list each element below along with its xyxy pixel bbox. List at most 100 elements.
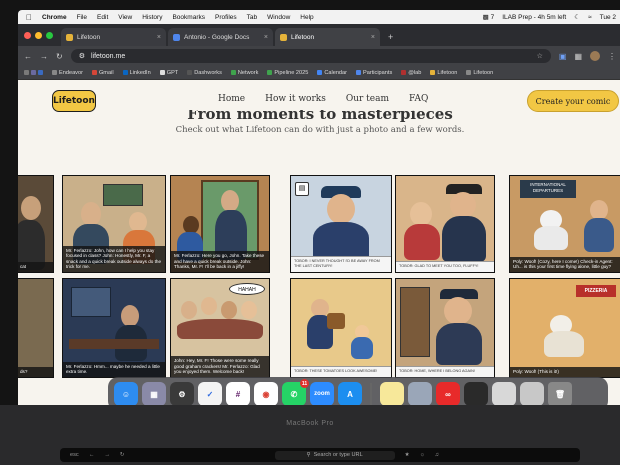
- date-time[interactable]: Tue 2: [600, 14, 616, 21]
- menu-help[interactable]: Help: [300, 14, 313, 21]
- zoom-window-button[interactable]: [46, 31, 53, 39]
- trash-icon[interactable]: 🗑: [548, 382, 572, 405]
- comic-panel-10[interactable]: PIZZERIA Poly: Woof! (This is it!): [509, 278, 620, 378]
- forward-touch-icon[interactable]: →: [104, 452, 110, 458]
- create-comic-button[interactable]: Create your comic: [527, 90, 619, 112]
- close-tab-icon[interactable]: ×: [371, 34, 375, 41]
- notes-icon[interactable]: [380, 382, 404, 405]
- slack-icon[interactable]: #: [226, 382, 250, 405]
- menu-file[interactable]: File: [77, 14, 87, 21]
- tab-lifetoon-active[interactable]: Lifetoon ×: [275, 28, 380, 46]
- zoom-icon[interactable]: zoom: [310, 382, 334, 405]
- nav-our-team[interactable]: Our team: [346, 94, 389, 104]
- menu-profiles[interactable]: Profiles: [215, 14, 237, 21]
- menu-bookmarks[interactable]: Bookmarks: [172, 14, 205, 21]
- focus-count-icon[interactable]: ▩ 7: [483, 13, 495, 21]
- bookmark-dashworks[interactable]: Dashworks: [187, 70, 222, 76]
- bookmark-calendar[interactable]: Calendar: [317, 70, 347, 76]
- bookmark-linkedin[interactable]: LinkedIn: [122, 70, 151, 76]
- app-store-icon[interactable]: A: [338, 382, 362, 405]
- menu-history[interactable]: History: [142, 14, 162, 21]
- panel-caption: TOBOR: THESE TOMATOES LOOK AWESOME!: [291, 366, 391, 377]
- bookmark-participants[interactable]: Participants: [356, 70, 392, 76]
- panel-caption: cat: [18, 262, 53, 272]
- recent-screenshot-thumb[interactable]: [520, 382, 544, 405]
- tab-google-docs[interactable]: Antonio - Google Docs ×: [168, 28, 273, 46]
- reload-touch-icon[interactable]: ↻: [120, 452, 125, 458]
- menu-edit[interactable]: Edit: [97, 14, 108, 21]
- system-settings-icon[interactable]: ⚙: [170, 382, 194, 405]
- extension-icon[interactable]: ▣: [559, 52, 567, 61]
- site-info-icon[interactable]: ⚙: [79, 52, 85, 60]
- wifi-icon[interactable]: ≈: [588, 14, 592, 21]
- reload-icon[interactable]: ↻: [56, 52, 63, 61]
- tab-label: Lifetoon: [77, 33, 101, 41]
- comic-panel-7[interactable]: TOBOR: THESE TOMATOES LOOK AWESOME!: [290, 278, 392, 378]
- bookmark-apps[interactable]: [24, 70, 43, 75]
- menu-window[interactable]: Window: [267, 14, 290, 21]
- bookmark-label: Dashworks: [194, 69, 222, 76]
- menu-view[interactable]: View: [118, 14, 132, 21]
- star-touch-icon[interactable]: ★: [405, 452, 410, 458]
- close-window-button[interactable]: [24, 31, 31, 39]
- close-tab-icon[interactable]: ×: [157, 34, 161, 41]
- bookmark-endeavor[interactable]: Endeavor: [52, 70, 83, 76]
- comic-panel-2[interactable]: Mr. Ferlazzo: Here you go, John. Take th…: [170, 175, 270, 273]
- bookmark-star-icon[interactable]: ☆: [537, 52, 543, 60]
- nav-how-it-works[interactable]: How it works: [265, 94, 326, 104]
- bookmark-network[interactable]: Network: [230, 70, 258, 76]
- apple-menu-icon[interactable]: : [26, 13, 32, 22]
- nav-faq[interactable]: FAQ: [409, 94, 428, 104]
- timer-status[interactable]: ILAB Prep - 4h 5m left: [502, 14, 566, 21]
- esc-key[interactable]: esc: [70, 452, 79, 458]
- preview-icon[interactable]: [408, 382, 432, 405]
- comic-panel-1[interactable]: Mr. Ferlazzo: John, how can I help you s…: [62, 175, 166, 273]
- bookmark-lifetoon-folder[interactable]: Lifetoon: [466, 70, 493, 76]
- back-icon[interactable]: ←: [24, 52, 32, 61]
- profile-avatar[interactable]: [590, 51, 600, 61]
- comic-panel-4[interactable]: HAHAH John: Hey, Mr. F! Those were some …: [170, 278, 270, 378]
- nav-home[interactable]: Home: [218, 94, 245, 104]
- volume-icon[interactable]: ♫: [435, 452, 439, 458]
- new-tab-button[interactable]: +: [382, 32, 399, 46]
- comic-panel-9[interactable]: INTERNATIONAL DEPARTURES Poly: Woof! (Co…: [509, 175, 620, 273]
- bookmark-ilab[interactable]: @lab: [401, 70, 421, 76]
- menu-dots-icon[interactable]: ⋮: [608, 52, 616, 61]
- tasks-icon[interactable]: ✓: [198, 382, 222, 405]
- panel-caption: Mr. Ferlazzo: John, how can I help you s…: [63, 245, 165, 272]
- bookmark-gpt[interactable]: GPT: [159, 70, 178, 76]
- bookmark-gmail[interactable]: Gmail: [91, 70, 114, 76]
- comic-panel-5[interactable]: ▤ TOBOR: I NEVER THOUGHT I'D BE AWAY FRO…: [290, 175, 392, 273]
- chrome-icon[interactable]: ◉: [254, 382, 278, 405]
- finder-icon[interactable]: ☺: [114, 382, 138, 405]
- comic-panel-8[interactable]: TOBOR: HOME, WHERE I BELONG AGAIN!: [395, 278, 495, 378]
- puzzle-icon[interactable]: ▦: [574, 52, 582, 61]
- security-app-icon[interactable]: ∞: [436, 382, 460, 405]
- bookmark-lifetoon[interactable]: Lifetoon: [430, 70, 457, 76]
- lifetoon-logo[interactable]: Lifetoon: [52, 90, 96, 112]
- comic-panel-edge-bottom[interactable]: ds?: [18, 278, 54, 378]
- close-tab-icon[interactable]: ×: [264, 34, 268, 41]
- bookmark-label: Pipeline 2025: [274, 69, 309, 76]
- moon-icon[interactable]: ☾: [574, 13, 580, 21]
- comic-panel-edge-top[interactable]: cat: [18, 175, 54, 273]
- url-text[interactable]: lifetoon.me: [91, 53, 125, 60]
- comic-panel-6[interactable]: TOBOR: GLAD TO MEET YOU TOO, FLUFFY!: [395, 175, 495, 273]
- whatsapp-icon[interactable]: ✆ 11: [282, 379, 309, 405]
- menu-tab[interactable]: Tab: [247, 14, 257, 21]
- back-touch-icon[interactable]: ←: [89, 452, 95, 458]
- menu-chrome[interactable]: Chrome: [42, 14, 67, 21]
- recent-window-thumb[interactable]: [464, 382, 488, 405]
- launchpad-icon[interactable]: ▦: [142, 382, 166, 405]
- minimize-window-button[interactable]: [35, 31, 42, 39]
- touchbar-search[interactable]: ⚲ Search or type URL: [274, 450, 395, 460]
- bookmark-pipeline[interactable]: Pipeline 2025: [267, 70, 308, 76]
- docs-favicon-icon: [173, 33, 180, 41]
- recent-document-thumb[interactable]: [492, 382, 516, 405]
- bookmarks-bar: Endeavor Gmail LinkedIn GPT Dashworks Ne…: [18, 66, 620, 80]
- comic-panel-3[interactable]: Mr. Ferlazzo: Hmm... maybe he needed a l…: [62, 278, 166, 378]
- brightness-icon[interactable]: ☼: [420, 452, 425, 458]
- address-bar[interactable]: ⚙ lifetoon.me ☆: [70, 49, 551, 63]
- tab-lifetoon-1[interactable]: Lifetoon ×: [61, 28, 166, 46]
- forward-icon[interactable]: →: [40, 52, 48, 61]
